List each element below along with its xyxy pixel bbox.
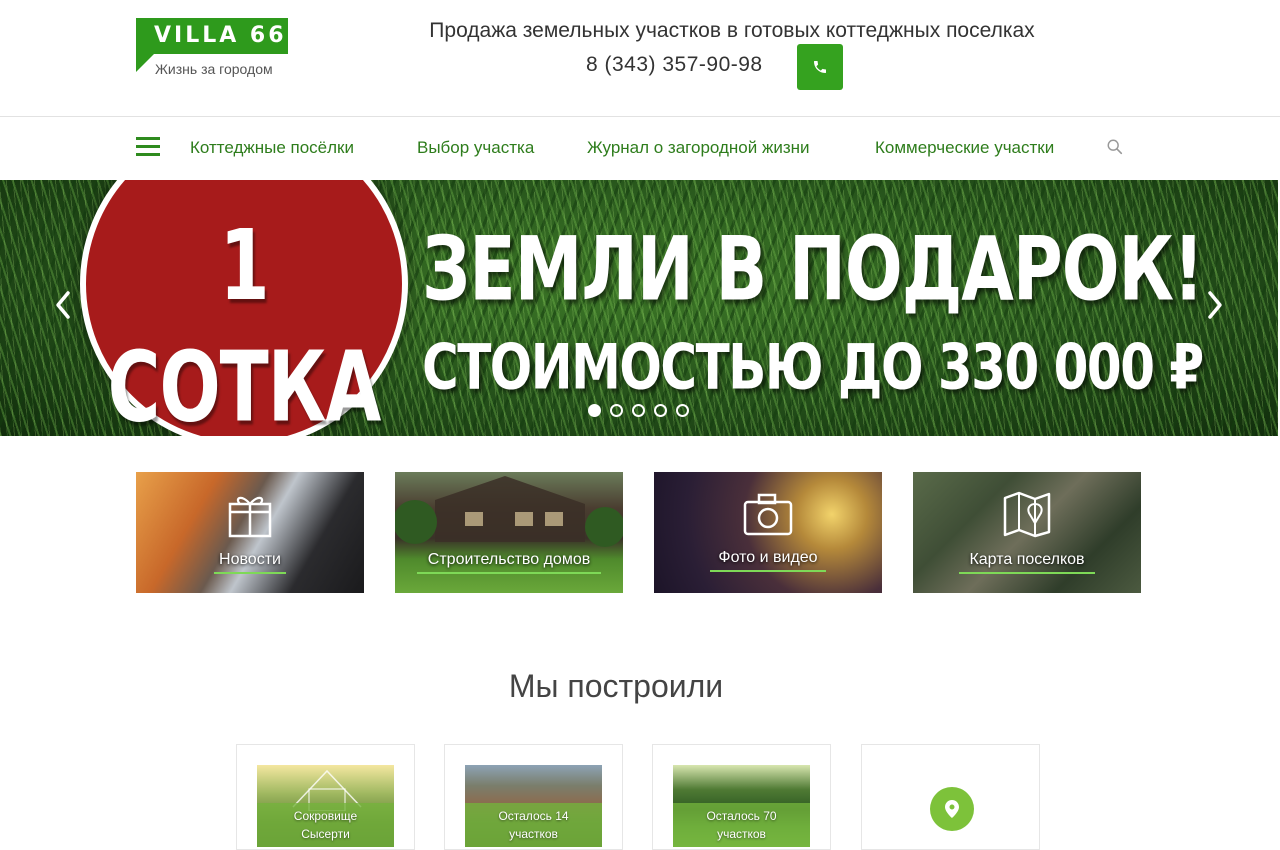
slider-dot-3[interactable] [632, 404, 645, 417]
logo-subtitle: Жизнь за городом [155, 61, 273, 77]
nav-item-journal[interactable]: Журнал о загородной жизни [587, 137, 810, 159]
house-icon [395, 476, 623, 547]
slider-next-arrow[interactable] [1200, 285, 1230, 325]
built-card-2[interactable]: Осталось 14 участков [444, 744, 623, 850]
built-card-3-line2: участков [717, 827, 766, 841]
slider-dot-4[interactable] [654, 404, 667, 417]
logo-notch [136, 54, 154, 72]
header-tagline: Продажа земельных участков в готовых кот… [429, 19, 1035, 42]
built-card-map[interactable] [861, 744, 1040, 850]
built-card-1-line2: Сысерти [301, 827, 350, 841]
tile-news[interactable]: Новости [136, 472, 364, 593]
built-card-3-image: Осталось 70 участков [673, 765, 810, 847]
section-title-built: Мы построили [508, 668, 724, 704]
tile-photo-video-label: Фото и видео [718, 549, 818, 566]
tile-construction[interactable]: Строительство домов [395, 472, 623, 593]
slider-dot-2[interactable] [610, 404, 623, 417]
built-card-1-line1: Сокровище [293, 809, 358, 823]
promo-subheadline: СТОИМОСТЬЮ ДО 330 000 ₽ [422, 330, 1204, 404]
tile-construction-label: Строительство домов [427, 551, 591, 568]
phone-icon [814, 61, 826, 73]
tile-villages-map[interactable]: Карта поселков [913, 472, 1141, 593]
built-card-2-image: Осталось 14 участков [465, 765, 602, 847]
nav-item-plot-choice[interactable]: Выбор участка [417, 137, 534, 159]
chevron-right-icon [1208, 291, 1222, 319]
built-card-3-line1: Осталось 70 [706, 809, 777, 823]
built-card-3[interactable]: Осталось 70 участков [652, 744, 831, 850]
logo-text: VILLA 66 [154, 23, 287, 48]
site-header: VILLA 66 Жизнь за городом Продажа земель… [0, 0, 1280, 117]
hamburger-icon[interactable] [136, 137, 160, 157]
site-logo[interactable]: VILLA 66 Жизнь за городом [136, 18, 288, 78]
built-card-1-image: Сокровище Сысерти [257, 765, 394, 847]
map-pin-icon [945, 800, 959, 818]
slider-dots [588, 404, 689, 417]
chevron-left-icon [56, 291, 70, 319]
built-card-3-text: Осталось 70 участков [673, 807, 810, 843]
tile-photo-video[interactable]: Фото и видео [654, 472, 882, 593]
nav-item-cottage-villages[interactable]: Коттеджные посёлки [190, 137, 354, 159]
header-phone[interactable]: 8 (343) 357-90-98 [586, 52, 763, 78]
promo-circle-text: 1 СОТКА [107, 208, 382, 436]
slider-dot-1[interactable] [588, 404, 601, 417]
search-icon[interactable] [1106, 138, 1124, 156]
tile-news-label: Новости [219, 551, 281, 568]
slider-prev-arrow[interactable] [48, 285, 78, 325]
map-icon [1003, 491, 1051, 538]
built-card-2-line1: Осталось 14 [498, 809, 569, 823]
map-pin-button[interactable] [930, 787, 974, 831]
tile-villages-map-underline [959, 572, 1095, 574]
built-card-1-text: Сокровище Сысерти [257, 807, 394, 843]
camera-icon [743, 493, 793, 536]
promo-slider: 1 СОТКА ЗЕМЛИ В ПОДАРОК! СТОИМОСТЬЮ ДО 3… [0, 180, 1278, 436]
main-nav: Коттеджные посёлки Выбор участка Журнал … [0, 118, 1280, 180]
promo-headline: ЗЕМЛИ В ПОДАРОК! [422, 218, 1204, 322]
built-card-1[interactable]: Сокровище Сысерти [236, 744, 415, 850]
nav-item-commercial-plots[interactable]: Коммерческие участки [875, 137, 1054, 159]
call-button[interactable] [797, 44, 843, 90]
tile-news-underline [214, 572, 286, 574]
slider-dot-5[interactable] [676, 404, 689, 417]
tile-villages-map-label: Карта поселков [969, 551, 1085, 568]
tile-photo-video-underline [710, 570, 826, 572]
promo-circle-badge: 1 СОТКА [80, 180, 408, 436]
gift-icon [228, 496, 272, 538]
built-card-2-text: Осталось 14 участков [465, 807, 602, 843]
built-card-2-line2: участков [509, 827, 558, 841]
tile-construction-underline [417, 572, 601, 574]
